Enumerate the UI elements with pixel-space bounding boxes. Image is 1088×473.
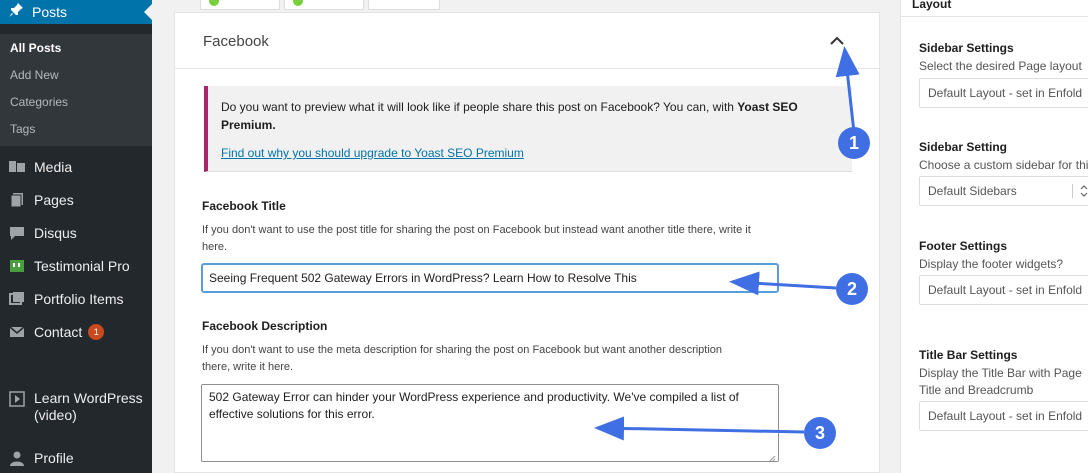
sidebar-item-disqus[interactable]: Disqus: [0, 218, 152, 248]
tab-readability[interactable]: [284, 0, 364, 10]
notification-badge: 1: [88, 324, 105, 340]
facebook-title-label: Facebook Title: [202, 199, 286, 213]
upgrade-link[interactable]: Find out why you should upgrade to Yoast…: [221, 146, 524, 160]
facebook-panel: Facebook Do you want to preview what it …: [174, 12, 880, 473]
panel-title: Facebook: [203, 33, 269, 50]
sidebar-item-label: Media: [34, 158, 73, 175]
title-bar-layout-select[interactable]: Default Layout - set in Enfold: [919, 401, 1088, 431]
sidebar-item-testimonial-pro[interactable]: Testimonial Pro: [0, 251, 152, 281]
sidebar-layout-select[interactable]: Default Layout - set in Enfold: [919, 78, 1088, 108]
select-value: Default Sidebars: [928, 184, 1017, 198]
sidebar-item-learn-wordpress[interactable]: Learn WordPress (video): [0, 384, 152, 424]
user-icon: [8, 449, 26, 467]
tab-seo[interactable]: [200, 0, 280, 10]
layout-settings-panel: Layout Sidebar Settings Select the desir…: [900, 0, 1088, 473]
sidebar-item-label: Disqus: [34, 224, 77, 241]
submenu-all-posts[interactable]: All Posts: [10, 41, 61, 55]
title-bar-settings-desc: Display the Title Bar with Page Title an…: [919, 366, 1082, 397]
active-menu-pointer: [144, 4, 152, 20]
divider: [1072, 184, 1073, 198]
custom-sidebar-select[interactable]: Default Sidebars: [919, 176, 1088, 206]
sidebar-setting-title: Sidebar Setting: [919, 140, 1008, 154]
sidebar-item-label: Posts: [32, 4, 68, 20]
footer-layout-select[interactable]: Default Layout - set in Enfold: [919, 275, 1088, 305]
facebook-panel-header[interactable]: Facebook: [175, 13, 879, 69]
layout-header: Layout: [912, 0, 952, 11]
status-dot-icon: [293, 0, 303, 6]
submenu-tags[interactable]: Tags: [10, 122, 35, 136]
submenu-add-new[interactable]: Add New: [10, 68, 59, 82]
sidebar-item-label: Testimonial Pro: [34, 257, 130, 274]
pages-icon: [8, 191, 26, 209]
video-icon: [8, 390, 26, 408]
facebook-description-label: Facebook Description: [202, 319, 328, 333]
title-bar-settings-title: Title Bar Settings: [919, 348, 1018, 362]
sidebar-item-label: Profile: [34, 449, 74, 466]
sidebar-setting-desc: Choose a custom sidebar for this: [919, 158, 1088, 172]
sidebar-settings-title: Sidebar Settings: [919, 41, 1014, 55]
pushpin-icon: [8, 2, 24, 23]
sidebar-settings-desc: Select the desired Page layout: [919, 59, 1082, 73]
sidebar-item-posts[interactable]: Posts: [0, 0, 152, 24]
media-icon: [8, 158, 26, 176]
facebook-title-help: If you don't want to use the post title …: [202, 224, 751, 253]
comment-icon: [8, 224, 26, 242]
sidebar-item-contact[interactable]: Contact 1: [0, 317, 152, 347]
select-arrows-icon: [1080, 177, 1088, 205]
sidebar-item-label: Pages: [34, 191, 74, 208]
chevron-up-icon[interactable]: [827, 31, 847, 51]
seo-tabs: [200, 0, 444, 10]
admin-sidebar: Posts All Posts Add New Categories Tags …: [0, 0, 152, 473]
posts-submenu: All Posts Add New Categories Tags: [0, 34, 152, 146]
footer-settings-title: Footer Settings: [919, 239, 1008, 253]
facebook-description-textarea[interactable]: 502 Gateway Error can hinder your WordPr…: [201, 384, 779, 463]
sidebar-item-portfolio-items[interactable]: Portfolio Items: [0, 284, 152, 314]
sidebar-item-profile[interactable]: Profile: [0, 443, 152, 473]
footer-settings-desc: Display the footer widgets?: [919, 257, 1064, 271]
premium-notice: Do you want to preview what it will look…: [204, 86, 852, 172]
tab-social[interactable]: [368, 0, 440, 10]
main-content: Facebook Do you want to preview what it …: [152, 0, 900, 473]
sidebar-item-label: Contact: [34, 323, 83, 340]
testimonial-icon: [8, 257, 26, 275]
textarea-value: 502 Gateway Error can hinder your WordPr…: [209, 390, 739, 421]
notice-text: Do you want to preview what it will look…: [221, 98, 821, 134]
sidebar-item-label: Learn WordPress (video): [34, 390, 143, 423]
submenu-categories[interactable]: Categories: [10, 95, 68, 109]
facebook-title-input[interactable]: Seeing Frequent 502 Gateway Errors in Wo…: [201, 263, 779, 293]
resize-handle-icon[interactable]: [768, 451, 776, 463]
divider: [901, 16, 1088, 17]
status-dot-icon: [209, 0, 219, 6]
envelope-icon: [8, 323, 26, 341]
facebook-description-help: If you don't want to use the meta descri…: [202, 344, 723, 373]
notice-message: Do you want to preview what it will look…: [221, 100, 734, 114]
sidebar-item-label: Portfolio Items: [34, 290, 124, 307]
sidebar-item-media[interactable]: Media: [0, 152, 152, 182]
sidebar-item-pages[interactable]: Pages: [0, 185, 152, 215]
portfolio-icon: [8, 290, 26, 308]
